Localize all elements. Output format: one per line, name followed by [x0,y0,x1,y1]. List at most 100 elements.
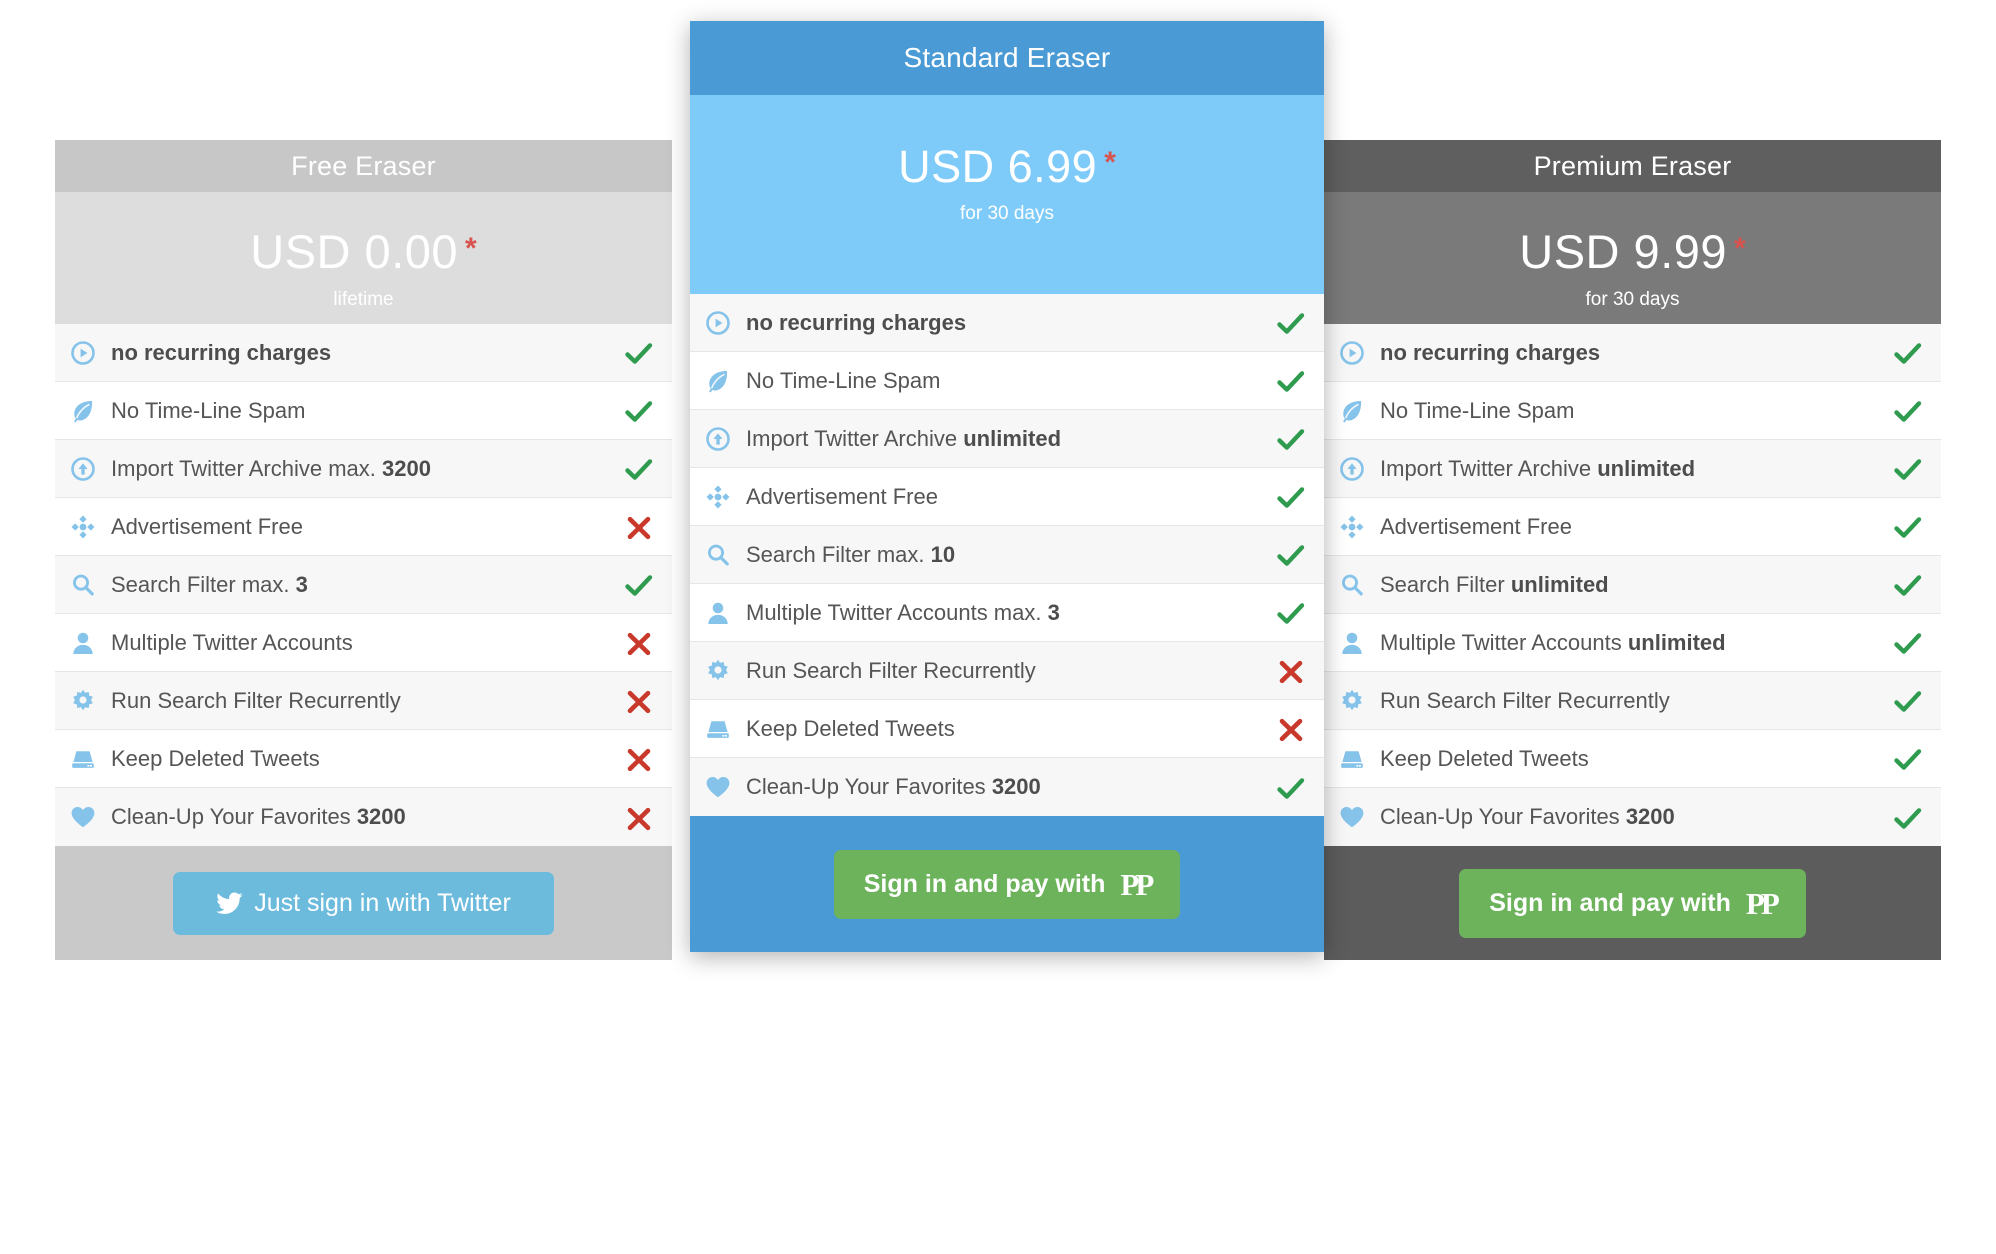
price-panel-standard: USD 6.99 * for 30 days [690,95,1324,294]
plan-title-premium: Premium Eraser [1324,140,1941,192]
feature-list-premium: no recurring charges No Time-Line Spam Imp… [1324,324,1941,846]
feature-label-text: Clean-Up Your Favorites [111,804,351,829]
button-label: Sign in and pay with [863,869,1106,898]
feature-label-text: Keep Deleted Tweets [1380,745,1589,771]
play-circle-icon [1324,340,1380,366]
feature-row: No Time-Line Spam [55,382,672,440]
feature-row: Clean-Up Your Favorites 3200 [690,758,1324,816]
feature-row: Search Filter max. 3 [55,556,672,614]
button-label: Just sign in with Twitter [254,888,511,917]
feature-value: 3200 [991,774,1041,799]
check-icon [1875,455,1941,482]
arrow-up-circle-icon [690,426,746,452]
cross-icon [1258,657,1324,684]
plan-title-free: Free Eraser [55,140,672,192]
plan-footer-premium: Sign in and pay with PP [1324,846,1941,960]
plan-footer-standard: Sign in and pay with PP [690,816,1324,952]
feature-label-text: Run Search Filter Recurrently [111,687,401,713]
feature-label-text: Keep Deleted Tweets [746,715,955,741]
feature-row: no recurring charges [1324,324,1941,382]
sign-in-and-pay-button-premium[interactable]: Sign in and pay with PP [1459,868,1806,938]
feature-row: Advertisement Free [1324,498,1941,556]
feature-label-text: Import Twitter Archive [746,425,958,451]
feature-label-text: No Time-Line Spam [746,367,941,393]
feature-label-text: Multiple Twitter Accounts [111,629,353,655]
plan-footer-free: Just sign in with Twitter [55,846,672,960]
feature-label: Search Filter unlimited [1380,572,1875,598]
feature-row: Import Twitter Archive unlimited [1324,440,1941,498]
feature-label: Keep Deleted Tweets [1380,746,1875,772]
gear-icon [690,658,746,684]
feature-label-text: no recurring charges [746,309,967,335]
arrow-up-circle-icon [1324,456,1380,482]
feature-label: Clean-Up Your Favorites 3200 [111,804,606,830]
hard-drive-icon [55,746,111,772]
search-icon [690,542,746,568]
twitter-icon [216,892,243,915]
price-line-standard: USD 6.99 * [690,144,1324,189]
price-period-free: lifetime [333,289,394,310]
check-icon [1258,309,1324,336]
price-line-free: USD 0.00 * [55,228,672,275]
sign-in-and-pay-button-standard[interactable]: Sign in and pay with PP [833,849,1181,919]
feature-label: Run Search Filter Recurrently [111,688,606,714]
feature-list-free: no recurring charges No Time-Line Spam Imp… [55,324,672,846]
feature-label: Run Search Filter Recurrently [1380,688,1875,714]
feature-row: Run Search Filter Recurrently [55,672,672,730]
price-asterisk-premium: * [1734,232,1746,265]
feature-row: Keep Deleted Tweets [1324,730,1941,788]
feature-label: Run Search Filter Recurrently [746,658,1258,684]
feature-row: Keep Deleted Tweets [55,730,672,788]
cross-icon [606,803,672,830]
cross-icon [606,513,672,540]
check-icon [1875,803,1941,830]
feature-value: 10 [930,541,956,567]
feature-label: No Time-Line Spam [111,398,606,424]
feature-label-text: Multiple Twitter Accounts max. [746,599,1042,625]
feature-label-text: Advertisement Free [746,483,938,509]
feature-label-text: Run Search Filter Recurrently [746,657,1036,683]
button-label: Sign in and pay with [1489,888,1731,917]
hard-drive-icon [690,716,746,742]
price-asterisk-free: * [465,232,477,265]
feature-row: Import Twitter Archive max. 3200 [55,440,672,498]
feature-label-text: Keep Deleted Tweets [111,745,320,771]
sign-in-with-twitter-button[interactable]: Just sign in with Twitter [173,871,554,935]
paypal-icon: PP [1745,885,1780,921]
cross-icon [606,629,672,656]
feature-row: No Time-Line Spam [690,352,1324,410]
feature-label: Keep Deleted Tweets [746,716,1258,742]
feature-label: Advertisement Free [746,484,1258,510]
feature-row: no recurring charges [55,324,672,382]
heart-icon [1324,804,1380,830]
pricing-table: Free Eraser USD 0.00 * lifetime no recurring… [0,0,1996,1254]
heart-icon [690,774,746,800]
price-amount-free: USD 0.00 [250,225,459,278]
user-icon [690,600,746,626]
check-icon [1258,483,1324,510]
check-icon [606,339,672,366]
feature-label-text: Import Twitter Archive [1380,455,1592,481]
feature-row: Search Filter unlimited [1324,556,1941,614]
price-period-premium: for 30 days [1585,289,1680,310]
feature-label: No Time-Line Spam [746,368,1258,394]
hard-drive-icon [1324,746,1380,772]
feature-row: Keep Deleted Tweets [690,700,1324,758]
move-crosshair-icon [1324,514,1380,540]
price-line-premium: USD 9.99 * [1324,228,1941,275]
check-icon [1258,425,1324,452]
price-panel-free: USD 0.00 * lifetime [55,192,672,324]
check-icon [1258,773,1324,800]
check-icon [1258,367,1324,394]
check-icon [1258,541,1324,568]
feature-label: Import Twitter Archive max. 3200 [111,456,606,482]
check-icon [1875,513,1941,540]
feature-label: no recurring charges [1380,340,1875,366]
feature-label: no recurring charges [746,310,1258,336]
feature-label: Clean-Up Your Favorites 3200 [1380,804,1875,830]
feature-value: unlimited [1510,571,1609,597]
price-amount-standard: USD 6.99 [898,141,1098,192]
gear-icon [1324,688,1380,714]
feature-row: Import Twitter Archive unlimited [690,410,1324,468]
price-asterisk-standard: * [1104,146,1116,179]
